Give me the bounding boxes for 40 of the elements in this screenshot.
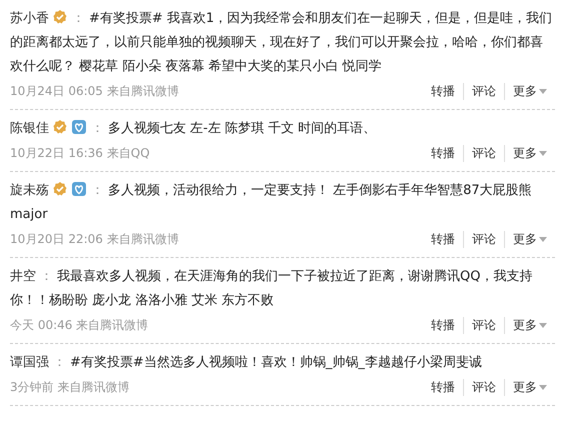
- action-link[interactable]: 评论: [463, 379, 504, 396]
- heart-badge-icon: [71, 181, 87, 197]
- post-text: 旋未殇 ： 多人视频，活动很给力，一定要支持！ 左手倒影右手年华智慧87大屁股熊major: [10, 180, 533, 224]
- author-link[interactable]: 苏小香: [10, 11, 49, 26]
- action-link[interactable]: 更多: [504, 231, 555, 248]
- author-link[interactable]: 旋未殇: [10, 183, 49, 198]
- action-link[interactable]: 转播: [423, 379, 463, 396]
- verified-badge-icon: [52, 9, 68, 25]
- verified-badge-icon: [52, 119, 68, 135]
- action-link[interactable]: 更多: [504, 83, 555, 100]
- caret-icon: [539, 89, 547, 94]
- action-link[interactable]: 评论: [463, 317, 504, 334]
- caret-icon: [539, 237, 547, 242]
- action-link[interactable]: 评论: [463, 145, 504, 162]
- caret-icon: [539, 323, 547, 328]
- action-link[interactable]: 更多: [504, 145, 555, 162]
- action-link[interactable]: 转播: [423, 145, 463, 162]
- post-text: 井空 ： 我最喜欢多人视频，在天涯海角的我们一下子被拉近了距离，谢谢腾讯QQ，我支持你！！杨盼盼 庞小龙 洛洛小雅 艾米 东方不败: [10, 268, 534, 310]
- post-meta: 3分钟前 来自腾讯微博: [10, 379, 130, 396]
- action-link[interactable]: 转播: [423, 231, 463, 248]
- caret-icon: [539, 385, 547, 390]
- action-link[interactable]: 评论: [463, 231, 504, 248]
- caret-icon: [539, 151, 547, 156]
- author-link[interactable]: 井空: [10, 269, 36, 284]
- post-text: 谭国强 ： #有奖投票#当然选多人视频啦！喜欢！帅锅_帅锅_李越越仔小梁周斐诚: [10, 354, 483, 372]
- action-link[interactable]: 转播: [423, 317, 463, 334]
- post-meta: 10月24日 06:05 来自腾讯微博: [10, 83, 179, 100]
- post-meta: 10月22日 16:36 来自QQ: [10, 145, 150, 162]
- verified-badge-icon: [52, 181, 68, 197]
- action-link[interactable]: 转播: [423, 83, 463, 100]
- post-meta: 今天 00:46 来自腾讯微博: [10, 317, 148, 334]
- post-meta: 10月20日 22:06 来自腾讯微博: [10, 231, 179, 248]
- post-text: 苏小香 ： #有奖投票# 我喜欢1，因为我经常会和朋友们在一起聊天，但是，但是哇，我们的距离都太远了，以前只能单独的视频聊天，现在好了，我们可以开聚会拉，哈哈，你们都喜欢什么呢？ 樱花草 陌小朵 夜落幕 希望中大奖的某只小白 悦同学: [10, 8, 554, 76]
- author-link[interactable]: 陈银佳: [10, 121, 49, 136]
- action-link[interactable]: 更多: [504, 317, 555, 334]
- author-link[interactable]: 谭国强: [10, 355, 49, 370]
- action-link[interactable]: 评论: [463, 83, 504, 100]
- post-text: 陈银佳 ： 多人视频七友 左-左 陈梦琪 千文 时间的耳语、: [10, 118, 378, 138]
- heart-badge-icon: [71, 119, 87, 135]
- action-link[interactable]: 更多: [504, 379, 555, 396]
